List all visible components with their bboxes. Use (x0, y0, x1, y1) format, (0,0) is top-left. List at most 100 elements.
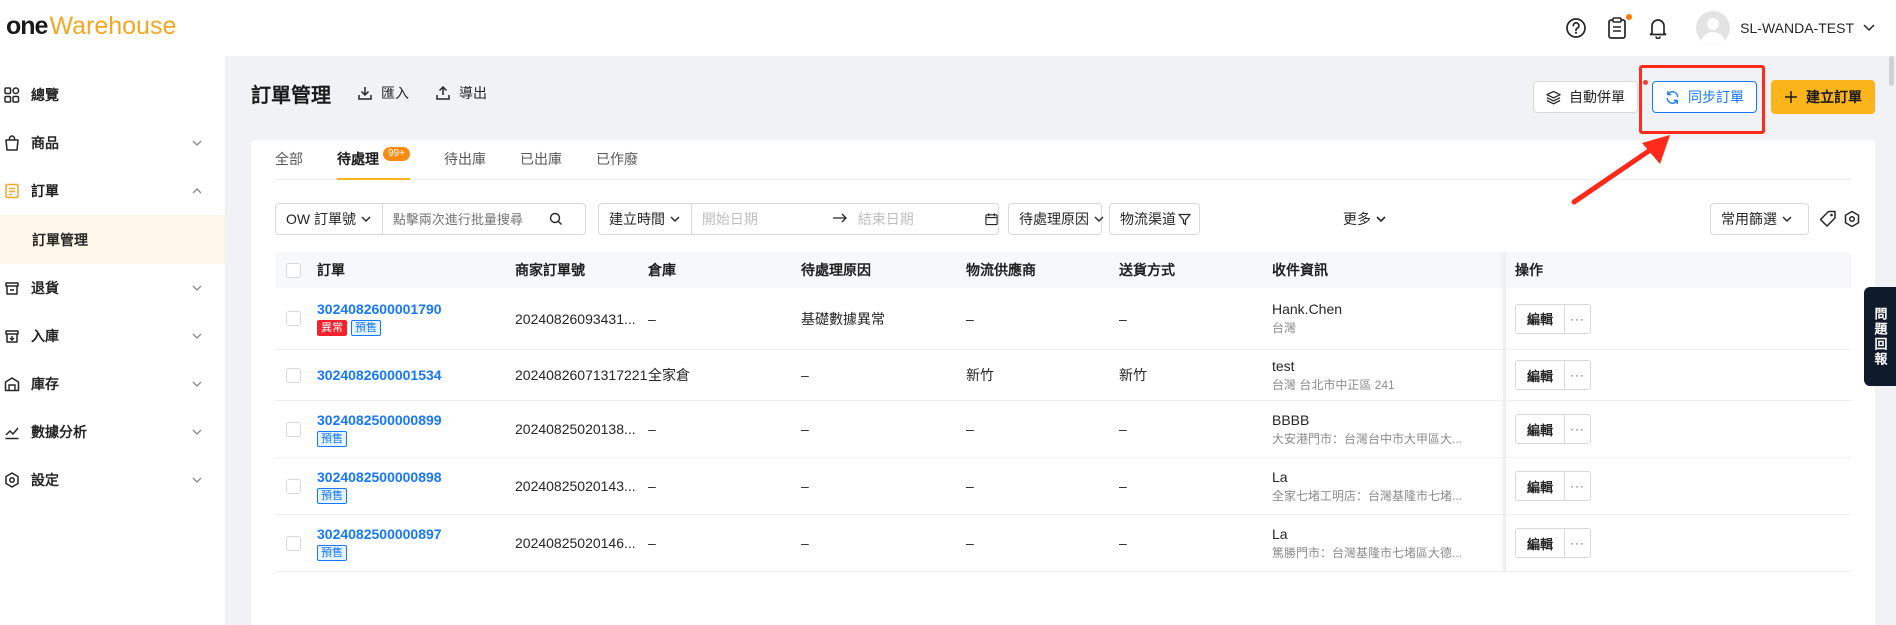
auto-merge-button[interactable]: 自動併單 (1533, 81, 1638, 113)
create-order-button[interactable]: 建立訂單 (1771, 80, 1875, 114)
tag-icon[interactable] (1819, 210, 1837, 231)
more-actions-button[interactable]: ··· (1565, 303, 1591, 334)
sidebar-item-overview[interactable]: 總覽 (0, 71, 225, 119)
bell-icon[interactable] (1646, 16, 1670, 40)
more-filters-button[interactable]: 更多 (1343, 203, 1387, 235)
help-icon[interactable] (1564, 16, 1588, 40)
plus-icon (1785, 91, 1797, 103)
common-filter-value: 常用篩選 (1721, 211, 1777, 227)
more-actions-button[interactable]: ··· (1565, 414, 1591, 444)
order-link[interactable]: 3024082500000898 (317, 469, 442, 485)
order-link[interactable]: 3024082500000899 (317, 412, 442, 428)
sidebar-item-inbound[interactable]: 入庫 (0, 312, 225, 360)
common-filter-select[interactable]: 常用篩選 (1710, 203, 1809, 235)
settings-icon[interactable] (1843, 210, 1861, 231)
tab-all[interactable]: 全部 (275, 139, 303, 179)
order-link[interactable]: 3024082600001790 (317, 301, 442, 317)
import-button[interactable]: 匯入 (357, 83, 409, 103)
table-header: 訂單 商家訂單號 倉庫 待處理原因 物流供應商 送貨方式 收件資訊 操作 (275, 252, 1851, 288)
tab-pending[interactable]: 待處理 99+ (337, 139, 410, 180)
top-bar: oneWarehouse SL-WANDA-TEST (0, 0, 1896, 56)
edit-button[interactable]: 編輯 (1515, 303, 1565, 334)
edit-button[interactable]: 編輯 (1515, 471, 1565, 501)
brand-logo[interactable]: oneWarehouse (6, 12, 176, 40)
order-link[interactable]: 3024082500000897 (317, 526, 442, 542)
create-order-label: 建立訂單 (1806, 89, 1862, 105)
sidebar-item-label: 訂單管理 (32, 231, 88, 248)
chart-icon (2, 422, 22, 442)
row-actions: 編輯 ··· (1515, 303, 1591, 334)
export-button[interactable]: 導出 (435, 83, 487, 103)
order-cell: 3024082600001790 異常 預售 (317, 301, 442, 336)
more-actions-button[interactable]: ··· (1565, 360, 1591, 390)
logistics-channel-value: 物流渠道 (1120, 211, 1176, 227)
feedback-button[interactable]: 問題回報 (1864, 287, 1896, 386)
sidebar-item-label: 設定 (31, 472, 59, 488)
receiver-cell: BBBB 大安港門市：台灣台中市大甲區大... (1272, 412, 1462, 447)
sync-orders-button[interactable]: 同步訂單 (1652, 81, 1757, 113)
chevron-down-icon (1782, 216, 1792, 222)
receiver-address: 台灣 台北市中正區 241 (1272, 377, 1395, 392)
pending-reason-cell: – (801, 421, 809, 437)
delivery-cell: – (1119, 421, 1127, 437)
tab-label: 已作廢 (595, 151, 638, 167)
receiver-cell: La 篤勝門市：台灣基隆市七堵區大德... (1272, 526, 1462, 561)
row-checkbox[interactable] (286, 367, 301, 383)
time-type-select[interactable]: 建立時間 (599, 204, 692, 234)
filter-icon (1178, 213, 1191, 225)
delivery-cell: – (1119, 310, 1127, 327)
end-date-input[interactable]: 結束日期 (848, 204, 989, 234)
sidebar-item-label: 訂單 (31, 183, 59, 199)
filter-bar: OW 訂單號 建立時間 開始日期 結束日期 待處理原因 物流渠道 更多 常用篩選 (275, 203, 1860, 235)
receiver-address: 大安港門市：台灣台中市大甲區大... (1272, 431, 1463, 446)
orders-card: 全部 待處理 99+ 待出庫 已出庫 已作廢 OW 訂單號 建立時間 開始日期 結… (251, 140, 1875, 625)
clipboard-icon[interactable] (1605, 14, 1633, 40)
sidebar-item-settings[interactable]: 設定 (0, 456, 225, 504)
sidebar-item-label: 總覽 (31, 87, 59, 103)
tab-voided[interactable]: 已作廢 (596, 139, 638, 179)
order-search-input[interactable] (392, 211, 543, 227)
tab-outbound[interactable]: 已出庫 (520, 139, 562, 179)
ops-column-divider (1503, 350, 1506, 400)
order-type-select[interactable]: OW 訂單號 (276, 204, 383, 234)
sidebar-item-analytics[interactable]: 數據分析 (0, 408, 225, 456)
order-cell: 3024082500000897 預售 (317, 526, 442, 561)
select-all-checkbox[interactable] (286, 262, 301, 278)
row-checkbox[interactable] (286, 478, 301, 494)
edit-button[interactable]: 編輯 (1515, 414, 1565, 444)
warehouse-icon (2, 374, 22, 394)
sidebar-item-inventory[interactable]: 庫存 (0, 360, 225, 408)
bag-icon (2, 133, 22, 153)
sidebar-item-products[interactable]: 商品 (0, 119, 225, 167)
sidebar-item-returns[interactable]: 退貨 (0, 264, 225, 312)
notification-dot (1626, 14, 1633, 20)
top-icons: SL-WANDA-TEST (1547, 0, 1876, 56)
merchant-order-cell: 20240825020138... (515, 421, 636, 437)
more-actions-button[interactable]: ··· (1565, 528, 1591, 558)
chevron-down-icon[interactable] (1862, 20, 1876, 37)
avatar[interactable] (1696, 11, 1731, 45)
sidebar-item-order-management[interactable]: 訂單管理 (0, 215, 225, 264)
ops-column-divider (1503, 515, 1506, 571)
row-checkbox[interactable] (286, 421, 301, 437)
edit-button[interactable]: 編輯 (1515, 528, 1565, 558)
receiver-address: 篤勝門市：台灣基隆市七堵區大德... (1272, 545, 1463, 560)
more-actions-button[interactable]: ··· (1565, 471, 1591, 501)
receiver-name: La (1272, 525, 1288, 542)
chevron-down-icon (361, 216, 371, 222)
error-tag: 異常 (317, 320, 347, 336)
sidebar-item-orders[interactable]: 訂單 (0, 167, 225, 215)
row-checkbox[interactable] (286, 535, 301, 551)
user-name[interactable]: SL-WANDA-TEST (1740, 20, 1854, 36)
logistics-channel-filter[interactable]: 物流渠道 (1109, 203, 1200, 235)
tab-awaiting-outbound[interactable]: 待出庫 (444, 139, 486, 179)
pending-reason-select[interactable]: 待處理原因 (1008, 203, 1104, 235)
row-checkbox[interactable] (286, 311, 301, 326)
chevron-down-icon (670, 216, 680, 222)
order-cell: 3024082600001534 (317, 367, 442, 383)
start-date-input[interactable]: 開始日期 (692, 204, 852, 234)
order-link[interactable]: 3024082600001534 (317, 367, 442, 383)
time-type-value: 建立時間 (609, 211, 665, 227)
edit-button[interactable]: 編輯 (1515, 360, 1565, 390)
page-scrollbar[interactable] (1889, 56, 1894, 86)
